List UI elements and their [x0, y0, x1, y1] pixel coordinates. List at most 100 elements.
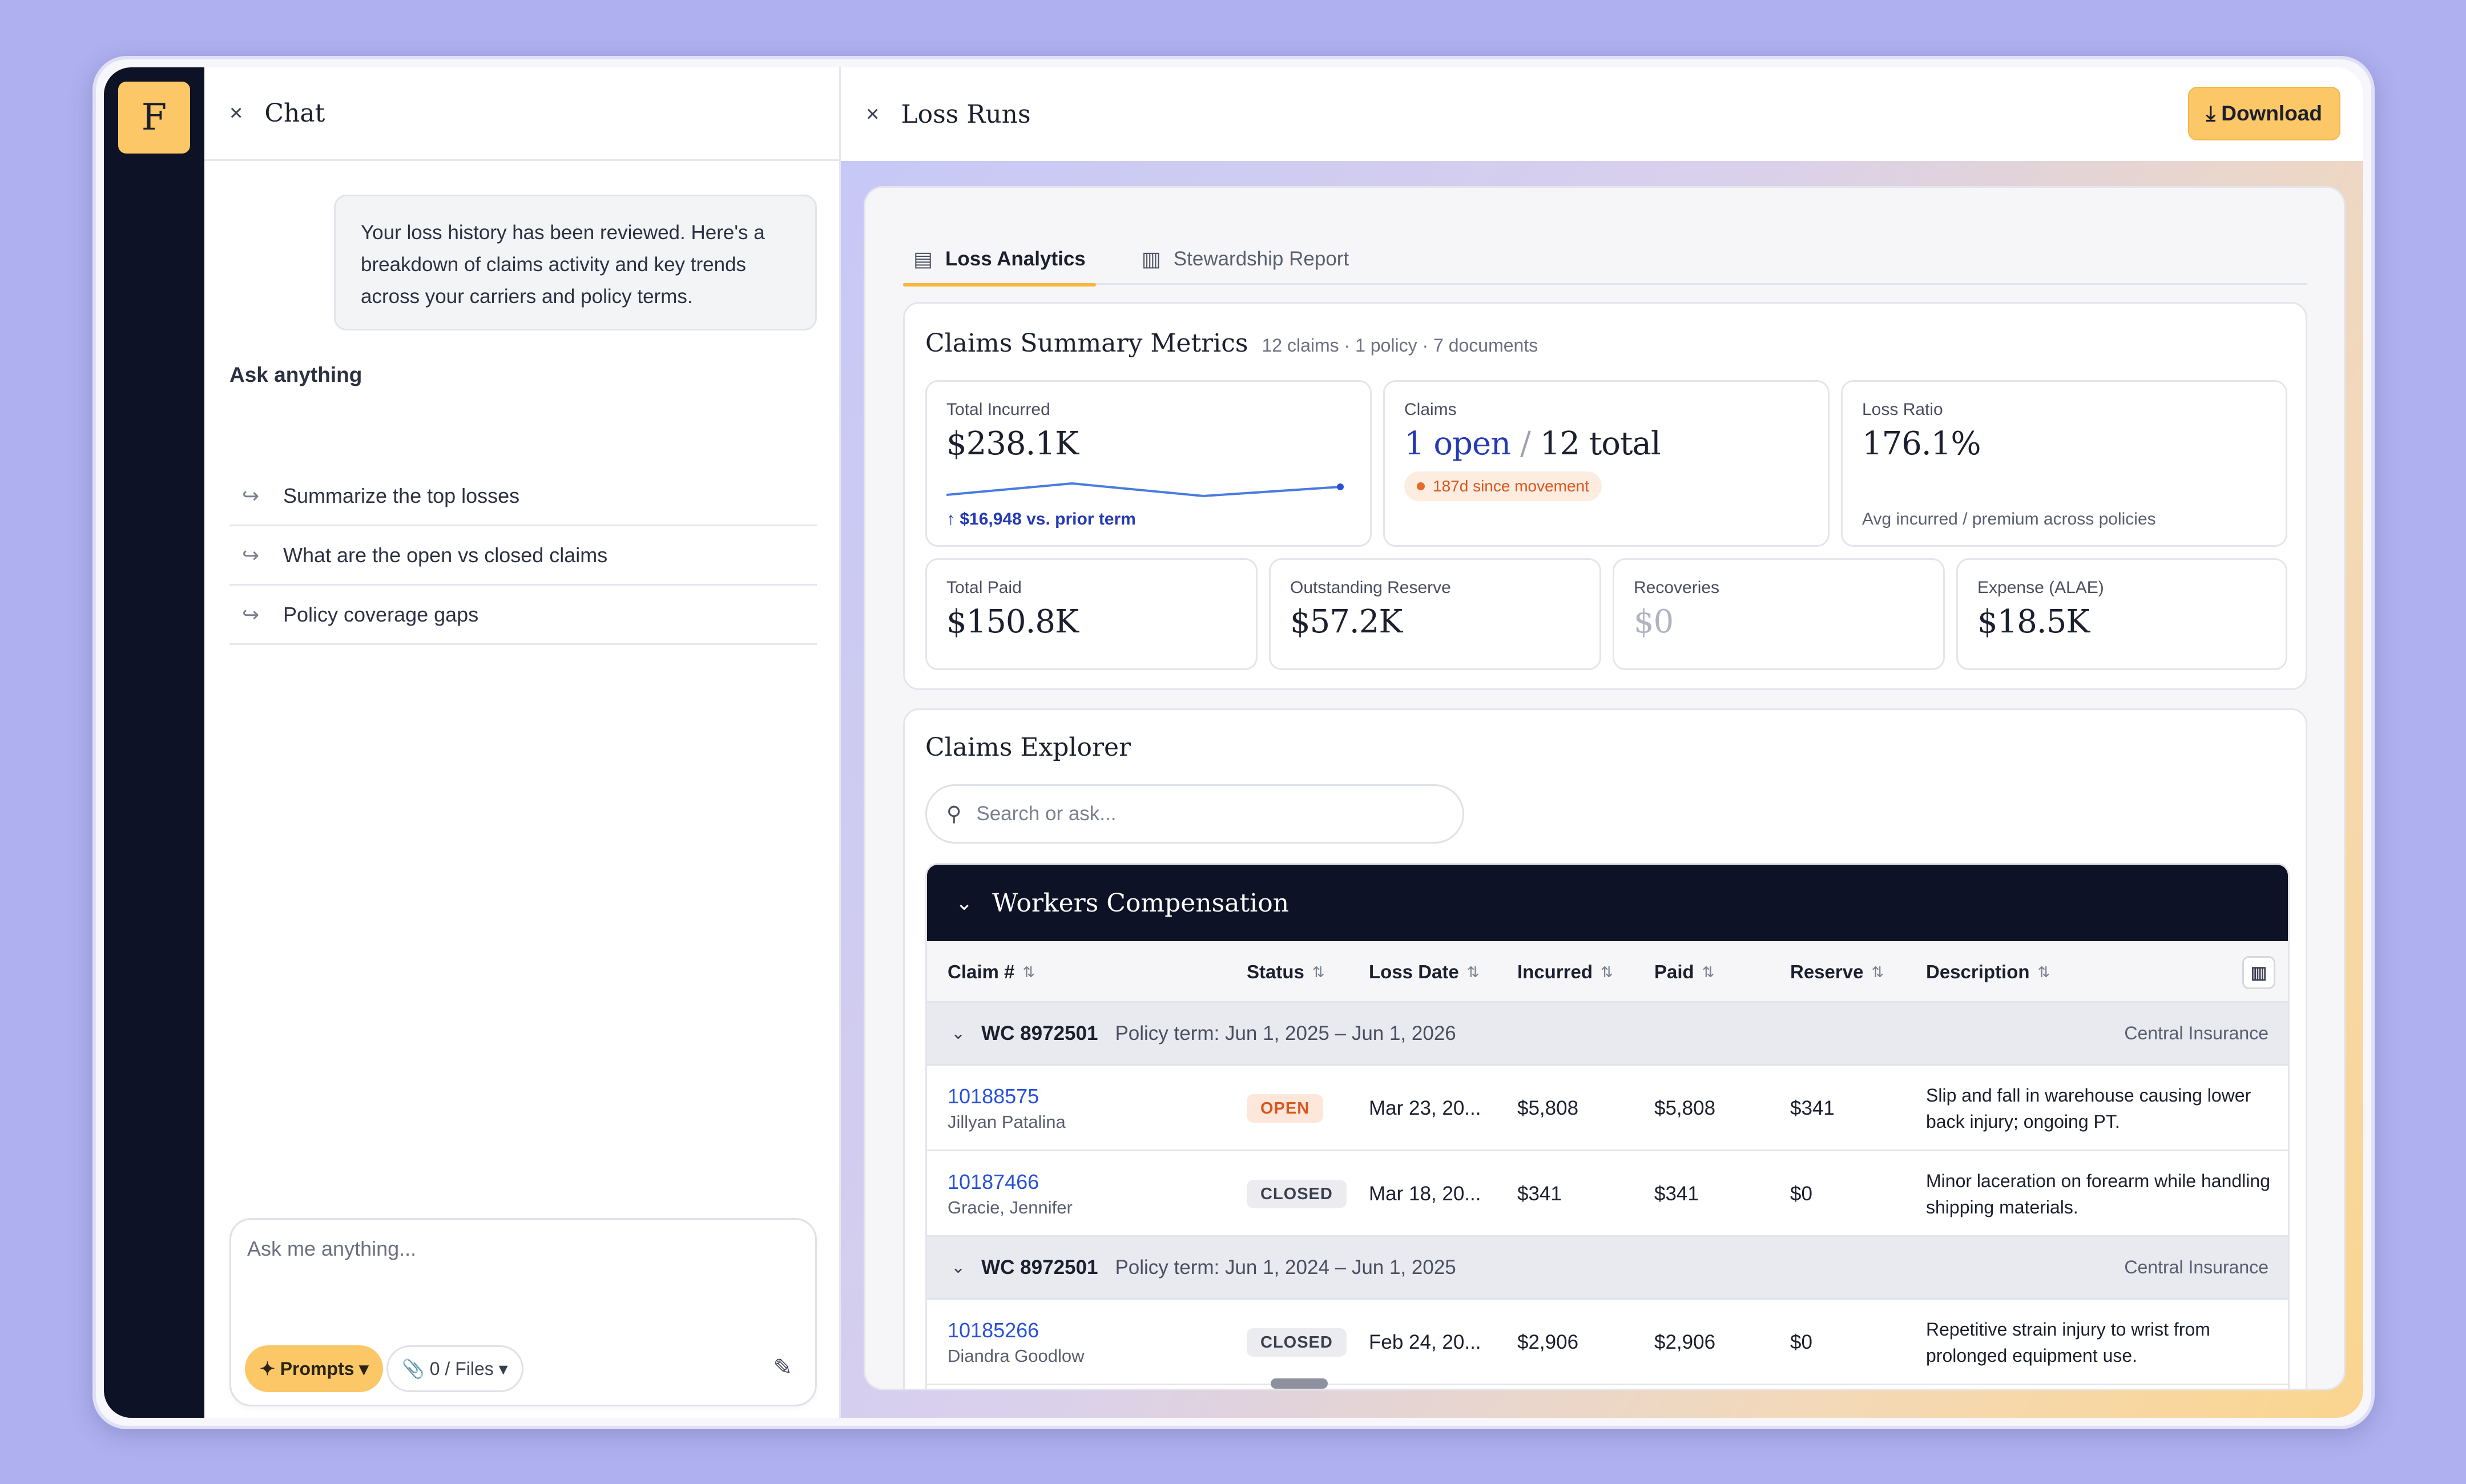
sort-icon[interactable]: ⇅	[1312, 963, 1325, 981]
tab-label: Stewardship Report	[1173, 248, 1349, 270]
paid-cell: $5,808	[1654, 1097, 1716, 1119]
loss-date-cell: Feb 24, 20...	[1369, 1331, 1481, 1353]
claim-link[interactable]: 10188575	[948, 1084, 1066, 1108]
group-header[interactable]: ⌄ Workers Compensation	[927, 865, 2288, 941]
metric-value: $238.1K	[946, 425, 1079, 462]
metric-label: Loss Ratio	[1862, 400, 1943, 419]
chat-panel: × Chat Your loss history has been review…	[204, 67, 841, 1418]
search-input[interactable]: ⚲ Search or ask...	[925, 784, 1464, 844]
search-placeholder: Search or ask...	[976, 803, 1117, 825]
column-label: Status	[1247, 961, 1304, 982]
column-description[interactable]: Description ⇅	[1926, 941, 2050, 1003]
chevron-down-icon[interactable]: ⌄	[956, 891, 973, 915]
suggestion-item[interactable]: ↪ What are the open vs closed claims	[229, 526, 817, 586]
files-button[interactable]: 📎 0 / Files ▾	[386, 1345, 523, 1392]
metric-label: Recoveries	[1634, 578, 1720, 597]
column-label: Paid	[1654, 961, 1694, 982]
metric-value: 1 open / 12 total	[1404, 425, 1808, 462]
policy-group-row[interactable]: ⌄ WC 8972501 Policy term: Jun 1, 2025 – …	[927, 1003, 2288, 1066]
status-badge: CLOSED	[1247, 1180, 1347, 1208]
loss-ratio-note: Avg incurred / premium across policies	[1862, 510, 2156, 529]
loss-runs-header: × Loss Runs ⤓ Download	[841, 67, 2363, 161]
suggestion-item[interactable]: ↪ Summarize the top losses	[229, 467, 817, 526]
incurred-cell: $341	[1517, 1183, 1562, 1205]
pen-icon[interactable]: ✎	[773, 1354, 792, 1381]
claims-summary-panel: Claims Summary Metrics 12 claims · 1 poli…	[903, 302, 2307, 690]
reserve-cell: $0	[1790, 1331, 1812, 1353]
sort-icon[interactable]: ⇅	[1871, 963, 1884, 981]
chevron-down-icon[interactable]: ⌄	[951, 1023, 965, 1043]
metric-expense-alae: Expense (ALAE) $18.5K	[1956, 558, 2287, 670]
claim-cell: 10185266 Diandra Goodlow	[948, 1300, 1085, 1385]
sort-icon[interactable]: ⇅	[1022, 963, 1035, 981]
sort-icon[interactable]: ⇅	[1601, 963, 1613, 981]
close-icon[interactable]: ×	[229, 100, 243, 126]
tab-stewardship-report[interactable]: ▥ Stewardship Report	[1131, 233, 1359, 285]
metric-outstanding-reserve: Outstanding Reserve $57.2K	[1269, 558, 1601, 670]
claim-description: Slip and fall in warehouse causing lower…	[1926, 1085, 2251, 1132]
reply-arrow-icon: ↪	[242, 602, 260, 626]
metric-label: Expense (ALAE)	[1977, 578, 2104, 597]
suggestion-item[interactable]: ↪ Policy coverage gaps	[229, 586, 817, 645]
chat-title: Chat	[264, 99, 325, 128]
column-reserve[interactable]: Reserve ⇅	[1790, 941, 1884, 1003]
suggestion-label: What are the open vs closed claims	[283, 543, 608, 567]
loss-date-cell: Mar 23, 20...	[1369, 1097, 1481, 1119]
policy-term: Policy term: Jun 1, 2025 – Jun 1, 2026	[1115, 1022, 1456, 1045]
metric-label: Total Paid	[946, 578, 1022, 597]
status-cell: OPEN	[1247, 1066, 1324, 1151]
metric-value: $0	[1634, 603, 1674, 640]
sort-icon[interactable]: ⇅	[1467, 963, 1480, 981]
claim-cell: 10188575 Jillyan Patalina	[948, 1066, 1066, 1151]
loss-runs-panel: × Loss Runs ⤓ Download ▤ Loss Analytics …	[841, 67, 2363, 1418]
claim-link[interactable]: 10185266	[948, 1318, 1085, 1342]
horizontal-scrollbar[interactable]	[1271, 1378, 1328, 1389]
policy-group-row[interactable]: ⌄ WC 8972501 Policy term: Jun 1, 2024 – …	[927, 1237, 2288, 1300]
prompts-button[interactable]: ✦ Prompts ▾	[245, 1345, 384, 1392]
suggestion-label: Policy coverage gaps	[283, 602, 479, 626]
table-row[interactable]: 10188575 Jillyan Patalina OPEN Mar 23, 2…	[927, 1066, 2288, 1151]
app-logo[interactable]: F	[118, 82, 190, 154]
search-icon: ⚲	[946, 802, 962, 825]
explorer-title: Claims Explorer	[925, 733, 1131, 762]
column-loss-date[interactable]: Loss Date ⇅	[1369, 941, 1480, 1003]
sort-icon[interactable]: ⇅	[2038, 963, 2050, 981]
table-row[interactable]: 10185266 Diandra Goodlow CLOSED Feb 24, …	[927, 1300, 2288, 1385]
status-cell: CLOSED	[1247, 1151, 1347, 1237]
column-label: Claim #	[948, 961, 1015, 982]
table-row[interactable]: 10187466 Gracie, Jennifer CLOSED Mar 18,…	[927, 1151, 2288, 1237]
content-backdrop: ▤ Loss Analytics ▥ Stewardship Report Cl…	[841, 161, 2363, 1418]
tab-loss-analytics[interactable]: ▤ Loss Analytics	[903, 233, 1096, 287]
policy-id: WC 8972501	[981, 1022, 1098, 1045]
status-dot-icon	[1417, 482, 1425, 490]
reserve-cell: $0	[1790, 1183, 1812, 1205]
open-claims-count[interactable]: 1 open	[1404, 425, 1511, 462]
claims-separator: /	[1520, 425, 1531, 462]
column-status[interactable]: Status ⇅	[1247, 941, 1325, 1003]
column-incurred[interactable]: Incurred ⇅	[1517, 941, 1613, 1003]
loss-runs-title: Loss Runs	[901, 99, 1031, 129]
policy-id: WC 8972501	[981, 1256, 1098, 1279]
summary-title-text: Claims Summary Metrics	[925, 329, 1248, 358]
column-label: Reserve	[1790, 961, 1864, 982]
composer-placeholder[interactable]: Ask me anything...	[247, 1237, 416, 1261]
claimant-name: Diandra Goodlow	[948, 1346, 1085, 1366]
chat-composer[interactable]: Ask me anything... ✦ Prompts ▾ 📎 0 / Fil…	[229, 1218, 817, 1406]
ask-anything-heading: Ask anything	[229, 363, 362, 386]
description-cell: Minor laceration on forearm while handli…	[1926, 1151, 2280, 1237]
download-button[interactable]: ⤓ Download	[2187, 87, 2340, 140]
reserve-cell: $341	[1790, 1097, 1835, 1119]
column-claim-number[interactable]: Claim # ⇅	[948, 941, 1035, 1003]
description-cell: Slip and fall in warehouse causing lower…	[1926, 1066, 2280, 1151]
chevron-down-icon[interactable]: ⌄	[951, 1257, 965, 1277]
status-cell: CLOSED	[1247, 1300, 1347, 1385]
total-claims-count: 12 total	[1540, 425, 1661, 462]
columns-toggle-icon[interactable]: ▥	[2242, 956, 2275, 989]
sort-icon[interactable]: ⇅	[1702, 963, 1715, 981]
column-label: Loss Date	[1369, 961, 1459, 982]
table-header: Claim # ⇅ Status ⇅ Loss Date ⇅ Incurred ⇅ Pa…	[927, 941, 2288, 1003]
column-paid[interactable]: Paid ⇅	[1654, 941, 1715, 1003]
close-icon[interactable]: ×	[866, 102, 879, 127]
bar-chart-icon: ▥	[1141, 247, 1161, 271]
claim-link[interactable]: 10187466	[948, 1170, 1073, 1194]
